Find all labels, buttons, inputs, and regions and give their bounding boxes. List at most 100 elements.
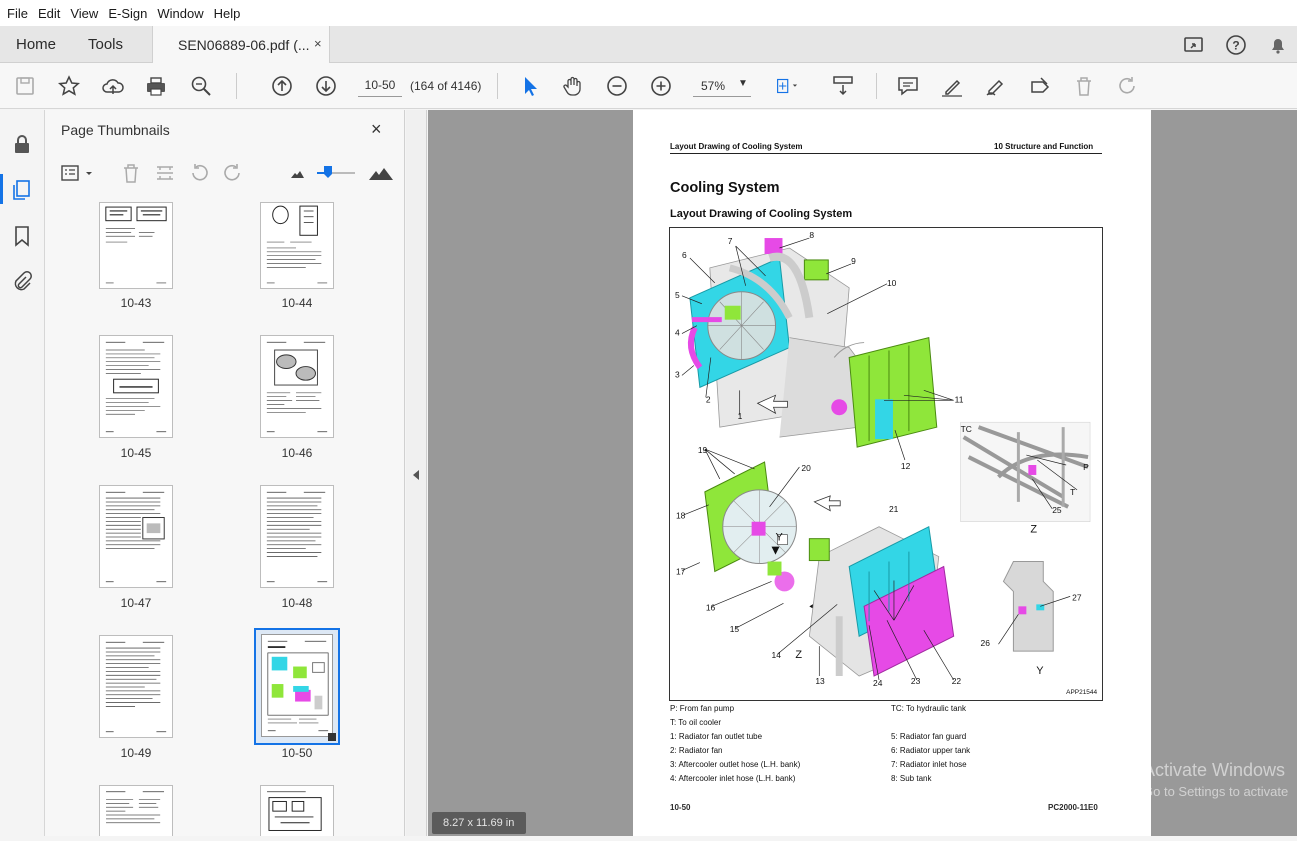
thumbnail-page[interactable] — [99, 635, 173, 738]
thumbnail-page[interactable] — [260, 785, 334, 836]
thumbnail-page[interactable] — [99, 485, 173, 588]
edit-text-icon[interactable] — [1027, 73, 1053, 99]
active-indicator — [0, 174, 3, 204]
thumbnail-page-selected[interactable] — [254, 628, 340, 745]
delete-page-icon[interactable] — [119, 161, 143, 185]
close-panel-icon[interactable]: × — [371, 119, 382, 140]
attachments-icon[interactable] — [10, 270, 34, 294]
zoom-level-select[interactable]: 57% ▼ — [693, 75, 751, 97]
rotate-right-icon[interactable] — [221, 161, 245, 185]
callout-y-marker: Y — [776, 532, 784, 544]
panel-splitter[interactable] — [406, 110, 427, 836]
callout-18: 18 — [676, 511, 686, 521]
thumbnail-page[interactable] — [260, 202, 334, 289]
previous-page-icon[interactable] — [269, 73, 295, 99]
share-screen-icon[interactable] — [1182, 33, 1206, 57]
zoom-search-icon[interactable] — [188, 73, 214, 99]
page-thumbnails-icon[interactable] — [10, 178, 34, 202]
thumbnail-page[interactable] — [99, 202, 173, 289]
highlight-pen-icon[interactable] — [939, 73, 965, 99]
menu-help[interactable]: Help — [209, 6, 246, 21]
thumbnail-label-selected: 10-50 — [281, 746, 313, 760]
menu-esign[interactable]: E-Sign — [103, 6, 152, 21]
rotate-left-icon[interactable] — [187, 161, 211, 185]
page-subtitle: Layout Drawing of Cooling System — [670, 208, 853, 220]
thumbnail-page[interactable] — [99, 335, 173, 438]
callout-7: 7 — [728, 236, 733, 246]
large-thumbnail-icon[interactable] — [367, 161, 395, 185]
page-number-input[interactable]: 10-50 — [358, 75, 402, 97]
draw-freehand-icon[interactable] — [983, 73, 1009, 99]
thumbnail-page[interactable] — [260, 485, 334, 588]
callout-2: 2 — [706, 394, 711, 404]
thumbnails-panel: Page Thumbnails × 10-43 10-44 10-45 10-4… — [45, 110, 445, 836]
bookmarks-icon[interactable] — [10, 224, 34, 248]
page-count: (164 of 4146) — [410, 79, 482, 93]
legend-item: 1: Radiator fan outlet tube — [670, 732, 763, 741]
delete-icon[interactable] — [1071, 73, 1097, 99]
panel-title: Page Thumbnails — [61, 122, 170, 138]
comment-icon[interactable] — [895, 73, 921, 99]
page-header-left: Layout Drawing of Cooling System — [670, 142, 803, 151]
legend-item: 7: Radiator inlet hose — [891, 760, 967, 769]
extract-page-icon[interactable] — [153, 161, 177, 185]
upload-cloud-icon[interactable] — [100, 73, 126, 99]
menu-file[interactable]: File — [2, 6, 33, 21]
legend-item: P: From fan pump — [670, 704, 735, 713]
callout-23: 23 — [911, 676, 921, 686]
callout-3: 3 — [675, 369, 680, 379]
bookmark-star-icon[interactable] — [56, 73, 82, 99]
collapse-arrow-icon[interactable] — [413, 470, 419, 480]
redo-icon[interactable] — [1115, 73, 1141, 99]
tab-tools[interactable]: Tools — [88, 36, 123, 53]
callout-21: 21 — [889, 504, 899, 514]
svg-text:?: ? — [1232, 39, 1239, 53]
close-tab-icon[interactable]: × — [314, 36, 322, 51]
menu-window[interactable]: Window — [152, 6, 208, 21]
next-page-icon[interactable] — [313, 73, 339, 99]
main-toolbar: 10-50 (164 of 4146) 57% ▼ — [0, 63, 1297, 109]
callout-12: 12 — [901, 461, 911, 471]
notification-bell-icon[interactable] — [1266, 33, 1290, 57]
small-thumbnail-icon[interactable] — [285, 161, 309, 185]
legend-item: 2: Radiator fan — [670, 746, 723, 755]
callout-1: 1 — [738, 411, 743, 421]
tab-home[interactable]: Home — [16, 36, 56, 53]
chevron-down-icon: ▼ — [738, 78, 748, 89]
callout-5: 5 — [675, 290, 680, 300]
fit-page-icon[interactable] — [774, 73, 810, 99]
save-icon[interactable] — [12, 73, 38, 99]
callout-17: 17 — [676, 566, 686, 576]
menu-edit[interactable]: Edit — [33, 6, 65, 21]
lock-icon[interactable] — [10, 132, 34, 156]
detail-view-y — [1002, 561, 1054, 652]
help-icon[interactable]: ? — [1224, 33, 1248, 57]
menu-view[interactable]: View — [65, 6, 103, 21]
print-icon[interactable] — [143, 73, 169, 99]
detail-y-label: Y — [1036, 665, 1044, 677]
header-rule — [670, 153, 1102, 154]
thumbnail-page[interactable] — [260, 335, 334, 438]
detail-view-z — [960, 421, 1091, 522]
zoom-level-value: 57% — [701, 79, 726, 93]
select-cursor-icon[interactable] — [516, 73, 542, 99]
page-header-right: 10 Structure and Function — [994, 142, 1094, 151]
zoom-out-icon[interactable] — [604, 73, 630, 99]
callout-6: 6 — [682, 250, 687, 260]
callout-z-marker: Z — [795, 649, 802, 661]
callout-t: T — [1070, 487, 1075, 497]
thumbnail-page[interactable] — [99, 785, 173, 836]
document-viewport[interactable]: Layout Drawing of Cooling System 10 Stru… — [428, 110, 1297, 836]
thumbnail-size-slider[interactable] — [315, 161, 359, 185]
thumbnail-options-icon[interactable] — [59, 161, 95, 185]
scroll-mode-icon[interactable] — [830, 73, 856, 99]
thumbnail-label: 10-48 — [281, 596, 313, 610]
callout-13: 13 — [815, 676, 825, 686]
tab-document[interactable]: SEN06889-06.pdf (... × — [152, 26, 330, 63]
activation-watermark-title: Activate Windows — [1143, 760, 1286, 780]
zoom-in-icon[interactable] — [648, 73, 674, 99]
hand-tool-icon[interactable] — [560, 73, 586, 99]
callout-22: 22 — [952, 676, 962, 686]
callout-27: 27 — [1072, 592, 1082, 602]
detail-z-label: Z — [1030, 524, 1037, 536]
